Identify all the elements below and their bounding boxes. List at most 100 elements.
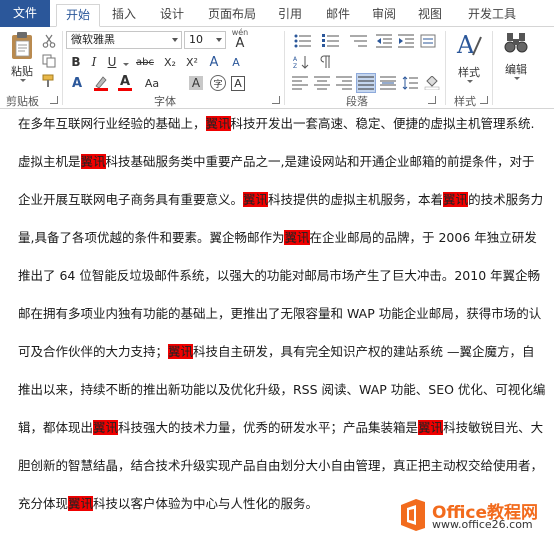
clipboard-icon: [12, 32, 32, 59]
align-center-button[interactable]: [312, 73, 332, 93]
pilcrow-icon: [320, 55, 330, 68]
change-case-button[interactable]: Aa: [140, 73, 164, 93]
text-run: 的技术服务力: [468, 192, 544, 207]
highlighted-text: 翼讯: [68, 496, 94, 511]
tab-review[interactable]: 审阅: [364, 4, 404, 27]
text-effects-icon: A: [71, 75, 83, 91]
doc-line: 推出以来，持续不断的推出新功能以及优化升级，RSS 阅读、WAP 功能、SEO …: [18, 379, 545, 398]
multilevel-list-icon: [350, 35, 367, 47]
highlighted-text: 翼讯: [80, 154, 106, 169]
align-left-button[interactable]: [290, 73, 310, 93]
font-color-letter: A: [119, 74, 131, 89]
underline-dropdown-icon[interactable]: [120, 54, 130, 74]
binoculars-icon: [504, 33, 528, 53]
phonetic-guide-button[interactable]: wén A: [229, 28, 251, 50]
multilevel-list-button[interactable]: [346, 31, 372, 51]
doc-line: 量,具备了各项优越的条件和要素。翼企畅邮作为翼讯在企业邮局的品牌，于 2006 …: [18, 227, 537, 246]
chevron-down-icon: [216, 38, 222, 42]
tab-design[interactable]: 设计: [152, 4, 192, 27]
tab-insert[interactable]: 插入: [104, 4, 144, 27]
document-page[interactable]: 在多年互联网行业经验的基础上，翼讯科技开发出一套高速、稳定、便捷的虚拟主机管理系…: [0, 109, 554, 546]
distribute-icon: [380, 76, 396, 90]
numbering-button[interactable]: [318, 31, 344, 51]
justify-icon: [358, 76, 374, 90]
text-run: 充分体现: [18, 496, 69, 511]
text-run: 科技基础服务类中重要产品之一,是建设网站和开通企业邮箱的前提条件，对于: [105, 154, 535, 169]
text-run: 科技自主研发，具有完全知识产权的建站系统 —翼企魔方，自: [193, 344, 535, 359]
tab-view[interactable]: 视图: [410, 4, 450, 27]
font-name-combo[interactable]: 微软雅黑: [66, 31, 182, 49]
paste-dropdown-icon[interactable]: [20, 79, 26, 82]
shrink-font-button[interactable]: A: [226, 52, 246, 72]
tab-mailings[interactable]: 邮件: [318, 4, 358, 27]
chevron-down-icon: [172, 38, 178, 42]
doc-line: 在多年互联网行业经验的基础上，翼讯科技开发出一套高速、稳定、便捷的虚拟主机管理系…: [18, 113, 535, 132]
font-color-button[interactable]: A: [114, 73, 136, 93]
italic-button[interactable]: I: [86, 52, 102, 72]
doc-line: 胆创新的智慧结晶，结合技术升级实现产品自由划分大小自由管理，真正把主动权交给使用…: [18, 455, 543, 474]
text-run: 胆创新的智慧结晶，结合技术升级实现产品自由划分大小自由管理，真正把主动权交给使用…: [18, 458, 544, 473]
show-marks-button[interactable]: [314, 52, 336, 72]
tab-home[interactable]: 开始: [56, 4, 100, 27]
enclose-char-button[interactable]: 字: [208, 73, 228, 93]
highlighted-text: 翼讯: [284, 230, 310, 245]
svg-text:A: A: [456, 31, 475, 59]
tab-developer[interactable]: 开发工具: [460, 4, 524, 27]
styles-launcher-icon[interactable]: [480, 96, 488, 104]
subscript-button[interactable]: X₂: [160, 52, 180, 72]
chinese-layout-icon: [420, 34, 436, 48]
text-run: 辑，都体现出: [18, 420, 94, 435]
text-run: 科技开发出一套高速、稳定、便捷的虚拟主机管理系统.: [230, 116, 535, 131]
doc-line: 充分体现翼讯科技以客户体验为中心与人性化的服务。: [18, 493, 318, 512]
tab-page-layout[interactable]: 页面布局: [200, 4, 264, 27]
font-launcher-icon[interactable]: [272, 96, 280, 104]
char-border-letter: A: [231, 75, 245, 91]
styles-group-label: 样式: [454, 95, 476, 108]
strikethrough-button[interactable]: abc: [132, 52, 158, 72]
clipboard-launcher-icon[interactable]: [50, 96, 58, 104]
editing-label: 编辑: [505, 63, 527, 76]
highlighted-text: 翼讯: [243, 192, 269, 207]
increase-indent-button[interactable]: [396, 31, 416, 51]
char-border-button[interactable]: A: [228, 73, 248, 93]
highlighter-icon: [94, 76, 108, 91]
tab-references[interactable]: 引用: [270, 4, 310, 27]
text-effects-button[interactable]: A: [68, 73, 86, 93]
highlighted-text: 翼讯: [93, 420, 119, 435]
superscript-button[interactable]: X²: [182, 52, 202, 72]
group-divider: [492, 31, 493, 105]
paste-button[interactable]: 粘贴: [6, 31, 38, 82]
editing-button[interactable]: 编辑: [498, 31, 534, 80]
sort-icon: A Z: [293, 56, 309, 69]
char-shading-button[interactable]: A: [186, 73, 206, 93]
styles-label: 样式: [458, 66, 480, 79]
tab-file[interactable]: 文件: [0, 0, 50, 27]
distribute-button[interactable]: [378, 73, 398, 93]
format-painter-button[interactable]: [40, 71, 58, 91]
line-spacing-button[interactable]: [400, 73, 420, 93]
svg-text:Z: Z: [293, 63, 297, 69]
cut-button[interactable]: [40, 31, 58, 51]
decrease-indent-button[interactable]: [374, 31, 394, 51]
watermark-logo: Office教程网 www.office26.com: [398, 496, 548, 536]
bullets-button[interactable]: [290, 31, 316, 51]
highlighted-text: 翼讯: [443, 192, 469, 207]
styles-icon: A: [456, 31, 482, 59]
grow-font-button[interactable]: A: [204, 52, 224, 72]
styles-gallery-button[interactable]: A 样式: [452, 31, 486, 83]
text-run: 企业开展互联网电子商务具有重要意义。: [18, 192, 244, 207]
copy-button[interactable]: [40, 51, 58, 71]
sort-button[interactable]: A Z: [290, 52, 312, 72]
font-size-combo[interactable]: 10: [184, 31, 226, 49]
bold-button[interactable]: B: [68, 52, 84, 72]
highlight-button[interactable]: [90, 73, 112, 93]
paragraph-launcher-icon[interactable]: [428, 96, 436, 104]
underline-button[interactable]: U: [104, 52, 120, 72]
align-right-button[interactable]: [334, 73, 354, 93]
chinese-layout-button[interactable]: [418, 31, 438, 51]
text-run: 虚拟主机是: [18, 154, 81, 169]
justify-button[interactable]: [356, 73, 376, 93]
align-left-icon: [292, 76, 308, 90]
watermark-url: www.office26.com: [432, 518, 533, 531]
shading-button[interactable]: [422, 73, 442, 93]
